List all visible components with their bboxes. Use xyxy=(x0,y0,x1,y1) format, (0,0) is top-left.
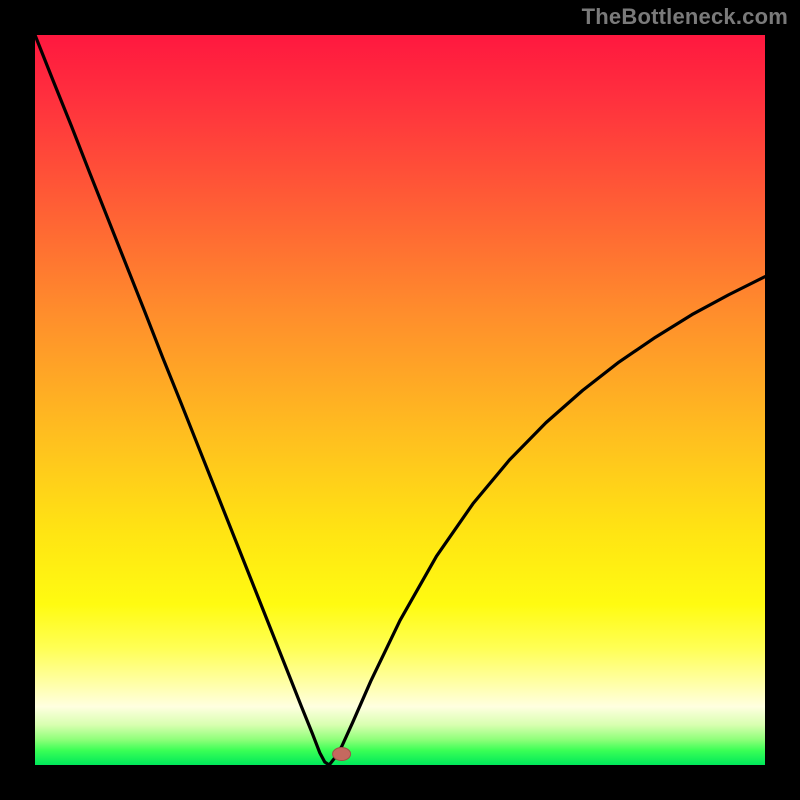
bottleneck-curve xyxy=(35,35,765,765)
curve-layer xyxy=(35,35,765,765)
watermark-text: TheBottleneck.com xyxy=(582,4,788,30)
optimum-marker xyxy=(333,748,351,761)
chart-frame: TheBottleneck.com xyxy=(0,0,800,800)
plot-area xyxy=(35,35,765,765)
